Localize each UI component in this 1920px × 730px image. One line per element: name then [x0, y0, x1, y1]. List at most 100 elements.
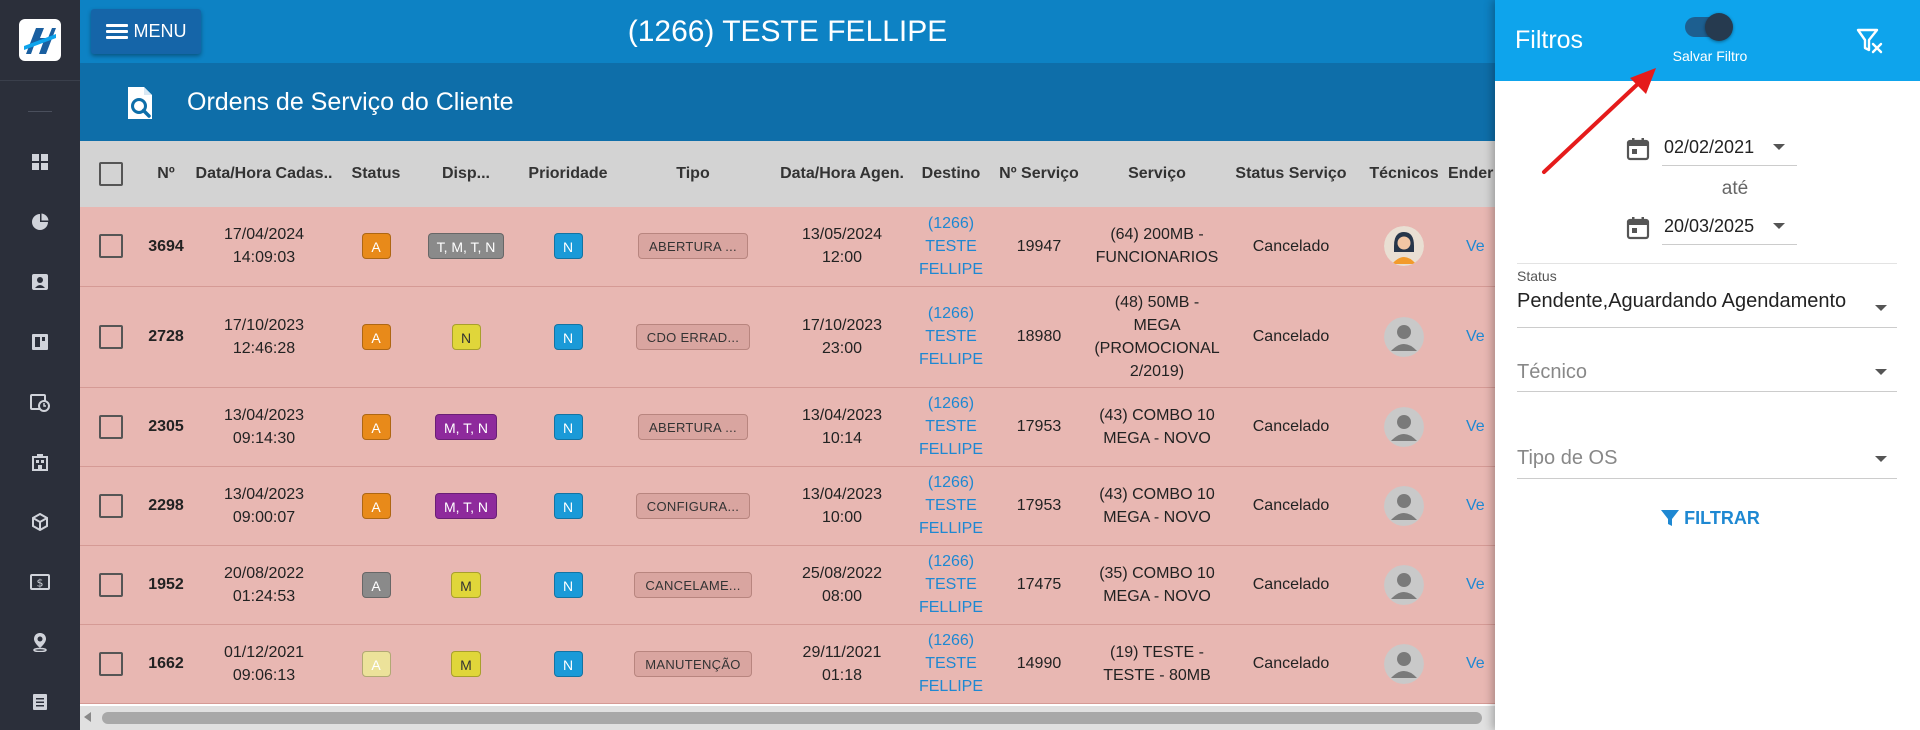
- table-row[interactable]: 1952 20/08/2022 01:24:53 A M N CANCELAME... 25/…: [80, 545, 1495, 624]
- column-header-num-servico[interactable]: Nº Serviço: [986, 141, 1092, 207]
- cell-destino[interactable]: (1266) TESTE FELLIPE: [916, 466, 986, 545]
- row-checkbox[interactable]: [99, 493, 123, 518]
- clear-filter-icon[interactable]: [1855, 26, 1885, 56]
- date-from-row: 02/02/2021: [1625, 130, 1805, 166]
- cell-destino[interactable]: (1266) TESTE FELLIPE: [916, 545, 986, 624]
- table-header-row: Nº Data/Hora Cadas.. Status Disp... Prio…: [80, 141, 1495, 207]
- document-list-icon[interactable]: [28, 690, 52, 714]
- cell-data-agendamento: 25/08/2022 08:00: [768, 545, 916, 624]
- page-header: Ordens de Serviço do Cliente: [80, 63, 1495, 141]
- endereco-link[interactable]: Ve: [1448, 497, 1485, 514]
- row-checkbox[interactable]: [99, 572, 123, 597]
- date-to-input[interactable]: 20/03/2025: [1662, 209, 1797, 245]
- table-row[interactable]: 2298 13/04/2023 09:00:07 A M, T, N N CONFIGURA…: [80, 466, 1495, 545]
- endereco-link[interactable]: Ve: [1448, 418, 1485, 435]
- cell-endereco[interactable]: Ve: [1448, 545, 1495, 624]
- row-select-cell: [80, 624, 142, 703]
- grid-icon[interactable]: [28, 150, 52, 174]
- cell-prioridade: N: [518, 286, 618, 387]
- column-header-data-agendamento[interactable]: Data/Hora Agen.: [768, 141, 916, 207]
- menu-button-label: MENU: [133, 21, 187, 41]
- app-logo-icon[interactable]: [19, 19, 61, 61]
- cell-endereco[interactable]: Ve: [1448, 466, 1495, 545]
- ag-time: 23:00: [821, 339, 863, 357]
- cell-destino[interactable]: (1266) TESTE FELLIPE: [916, 387, 986, 466]
- cell-destino[interactable]: (1266) TESTE FELLIPE: [916, 207, 986, 286]
- save-filter-toggle[interactable]: [1685, 13, 1733, 41]
- tecnico-select[interactable]: Técnico: [1517, 355, 1897, 392]
- box-icon[interactable]: [28, 510, 52, 534]
- chevron-down-icon: [1875, 369, 1887, 375]
- scrollbar-thumb[interactable]: [102, 712, 1482, 724]
- column-header-servico[interactable]: Serviço: [1092, 141, 1222, 207]
- horizontal-scrollbar[interactable]: [80, 706, 1495, 730]
- table-row[interactable]: 2305 13/04/2023 09:14:30 A M, T, N N ABERTURA …: [80, 387, 1495, 466]
- left-sidebar: $: [0, 0, 80, 730]
- servico-line: MEGA - NOVO: [1103, 587, 1211, 605]
- cell-disponibilidade: M: [414, 624, 518, 703]
- column-header-data-cadastro[interactable]: Data/Hora Cadas..: [190, 141, 338, 207]
- dest-line: TESTE: [925, 328, 977, 345]
- dest-line: FELLIPE: [918, 441, 984, 458]
- default-avatar: [1384, 406, 1424, 447]
- column-header-destino[interactable]: Destino: [916, 141, 986, 207]
- tecnico-select-placeholder: Técnico: [1517, 361, 1588, 383]
- servico-line: (35) COMBO 10: [1099, 564, 1215, 582]
- cell-servico: (43) COMBO 10 MEGA - NOVO: [1092, 466, 1222, 545]
- table-row[interactable]: 2728 17/10/2023 12:46:28 A N N CDO ERRAD... 17/…: [80, 286, 1495, 387]
- select-all-checkbox[interactable]: [99, 162, 123, 186]
- filtrar-button[interactable]: FILTRAR: [1655, 500, 1765, 536]
- row-checkbox[interactable]: [99, 651, 123, 676]
- cell-num-servico: 14990: [1016, 655, 1062, 672]
- chevron-down-icon: [1773, 223, 1785, 229]
- calendar-clock-icon[interactable]: [28, 390, 52, 414]
- map-pin-icon[interactable]: [28, 630, 52, 654]
- status-badge: A: [361, 571, 391, 598]
- building-icon[interactable]: [28, 450, 52, 474]
- column-header-endereco[interactable]: Ender: [1448, 141, 1495, 207]
- column-header-tipo[interactable]: Tipo: [618, 141, 768, 207]
- menu-button[interactable]: MENU: [91, 9, 201, 54]
- tipo-os-select[interactable]: Tipo de OS: [1517, 441, 1897, 479]
- endereco-link[interactable]: Ve: [1448, 655, 1485, 672]
- endereco-link[interactable]: Ve: [1448, 328, 1485, 345]
- cell-tecnicos: [1360, 624, 1448, 703]
- dashboard-icon[interactable]: [28, 330, 52, 354]
- tipo-chip: ABERTURA ...: [638, 413, 748, 440]
- contact-card-icon[interactable]: [28, 270, 52, 294]
- cell-destino[interactable]: (1266) TESTE FELLIPE: [916, 286, 986, 387]
- column-header-prioridade[interactable]: Prioridade: [518, 141, 618, 207]
- page-title: Ordens de Serviço do Cliente: [187, 88, 514, 116]
- cell-status-servico: Cancelado: [1252, 497, 1330, 514]
- row-checkbox[interactable]: [99, 234, 123, 259]
- row-checkbox[interactable]: [99, 414, 123, 439]
- cell-endereco[interactable]: Ve: [1448, 286, 1495, 387]
- column-header-status[interactable]: Status: [338, 141, 414, 207]
- scroll-left-icon[interactable]: [84, 712, 91, 722]
- column-header-num[interactable]: Nº: [142, 141, 190, 207]
- cell-endereco[interactable]: Ve: [1448, 387, 1495, 466]
- cell-destino[interactable]: (1266) TESTE FELLIPE: [916, 624, 986, 703]
- column-header-disponibilidade[interactable]: Disp...: [414, 141, 518, 207]
- endereco-link[interactable]: Ve: [1448, 576, 1485, 593]
- pie-chart-icon[interactable]: [28, 210, 52, 234]
- table-row[interactable]: 1662 01/12/2021 09:06:13 A M N MANUTENÇÃO 29/11…: [80, 624, 1495, 703]
- calendar-icon: [1626, 217, 1650, 240]
- date-from-input[interactable]: 02/02/2021: [1662, 130, 1797, 166]
- ag-time: 08:00: [821, 587, 863, 605]
- dest-line: TESTE: [925, 655, 977, 672]
- cell-endereco[interactable]: Ve: [1448, 207, 1495, 286]
- cell-num-servico: 17475: [1016, 576, 1062, 593]
- cell-data-agendamento: 17/10/2023 23:00: [768, 286, 916, 387]
- cell-num: 1662: [148, 655, 184, 672]
- cell-endereco[interactable]: Ve: [1448, 624, 1495, 703]
- endereco-link[interactable]: Ve: [1448, 238, 1485, 255]
- money-icon[interactable]: $: [28, 570, 52, 594]
- status-select[interactable]: Status Pendente,Aguardando Agendamento: [1517, 268, 1897, 328]
- column-header-tecnicos[interactable]: Técnicos: [1360, 141, 1448, 207]
- cell-disponibilidade: T, M, T, N: [414, 207, 518, 286]
- cell-tipo: CANCELAME...: [618, 545, 768, 624]
- column-header-status-servico[interactable]: Status Serviço: [1222, 141, 1360, 207]
- row-checkbox[interactable]: [99, 324, 123, 349]
- table-row[interactable]: 3694 17/04/2024 14:09:03 A T, M, T, N N ABERTU…: [80, 207, 1495, 286]
